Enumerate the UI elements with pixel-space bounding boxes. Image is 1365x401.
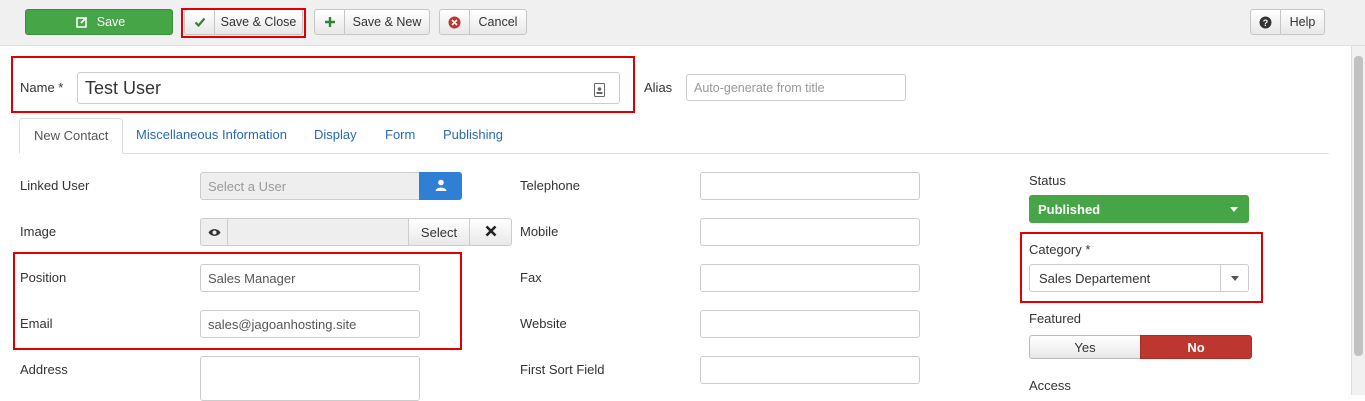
scrollbar-thumb[interactable] xyxy=(1354,56,1363,356)
cancel-circle-icon xyxy=(440,10,470,34)
toolbar: Save Save & Close Save & New Cancel ? He… xyxy=(0,0,1365,46)
category-dropdown-toggle[interactable] xyxy=(1220,265,1248,291)
status-value: Published xyxy=(1038,201,1101,217)
tab-new-contact[interactable]: New Contact xyxy=(19,118,124,154)
alias-input[interactable]: Auto-generate from title xyxy=(686,74,906,101)
featured-label: Featured xyxy=(1029,311,1082,326)
vertical-scrollbar[interactable] xyxy=(1351,46,1365,395)
help-label: Help xyxy=(1289,15,1316,29)
save-label: Save xyxy=(96,15,126,29)
linked-user-placeholder: Select a User xyxy=(208,178,287,194)
linked-user-input[interactable]: Select a User xyxy=(200,172,420,200)
contact-card-icon xyxy=(594,81,605,102)
save-close-button[interactable]: Save & Close xyxy=(184,9,303,35)
telephone-label: Telephone xyxy=(520,178,580,193)
tab-label: New Contact xyxy=(34,128,109,143)
mobile-input[interactable] xyxy=(700,218,920,246)
save-close-label: Save & Close xyxy=(220,15,297,29)
chevron-down-icon xyxy=(1230,275,1239,281)
help-button[interactable]: ? Help xyxy=(1250,9,1325,35)
tab-label: Form xyxy=(385,127,416,142)
address-textarea[interactable] xyxy=(200,356,420,401)
check-icon xyxy=(185,10,215,34)
first-sort-label: First Sort Field xyxy=(520,362,605,377)
email-input[interactable]: sales@jagoanhosting.site xyxy=(200,310,420,338)
plus-icon xyxy=(315,10,345,34)
first-sort-input[interactable] xyxy=(700,356,920,384)
save-new-label: Save & New xyxy=(352,15,422,29)
image-select-label: Select xyxy=(420,224,458,240)
email-value: sales@jagoanhosting.site xyxy=(208,316,357,332)
tab-miscellaneous[interactable]: Miscellaneous Information xyxy=(122,118,301,154)
fax-label: Fax xyxy=(520,270,542,285)
tab-label: Publishing xyxy=(443,127,503,142)
close-icon xyxy=(485,225,497,240)
featured-no-button[interactable]: No xyxy=(1140,335,1252,359)
position-input[interactable]: Sales Manager xyxy=(200,264,420,292)
name-value: Test User xyxy=(85,77,162,98)
user-icon xyxy=(435,179,447,194)
alias-label: Alias xyxy=(644,80,673,95)
linked-user-label: Linked User xyxy=(20,178,90,193)
website-label: Website xyxy=(520,316,567,331)
position-value: Sales Manager xyxy=(208,270,296,286)
preview-button[interactable] xyxy=(200,218,228,246)
tab-publishing[interactable]: Publishing xyxy=(429,118,517,154)
telephone-input[interactable] xyxy=(700,172,920,200)
tab-label: Miscellaneous Information xyxy=(136,127,288,142)
tab-form[interactable]: Form xyxy=(371,118,429,154)
cancel-button[interactable]: Cancel xyxy=(439,9,527,35)
status-select[interactable]: Published xyxy=(1029,195,1249,223)
tab-bar: New Contact Miscellaneous Information Di… xyxy=(19,118,1329,154)
save-button[interactable]: Save xyxy=(25,9,173,35)
image-clear-button[interactable] xyxy=(469,218,512,246)
eye-icon xyxy=(208,225,221,240)
category-value: Sales Departement xyxy=(1039,270,1151,286)
alias-placeholder: Auto-generate from title xyxy=(694,80,825,95)
category-select[interactable]: Sales Departement xyxy=(1029,264,1249,292)
tab-label: Display xyxy=(314,127,357,142)
image-label: Image xyxy=(20,224,57,239)
cancel-label: Cancel xyxy=(478,15,518,29)
question-circle-icon: ? xyxy=(1251,10,1281,34)
email-label: Email xyxy=(20,316,53,331)
select-user-button[interactable] xyxy=(419,172,462,200)
edit-icon xyxy=(73,10,91,34)
address-label: Address xyxy=(20,362,68,377)
access-label: Access xyxy=(1029,378,1071,393)
chevron-down-icon xyxy=(1230,206,1238,212)
fax-input[interactable] xyxy=(700,264,920,292)
featured-yes-label: Yes xyxy=(1074,339,1096,355)
name-label: Name * xyxy=(20,80,64,95)
save-new-button[interactable]: Save & New xyxy=(314,9,430,35)
tab-display[interactable]: Display xyxy=(300,118,371,154)
featured-yes-button[interactable]: Yes xyxy=(1029,335,1141,359)
status-label: Status xyxy=(1029,173,1066,188)
mobile-label: Mobile xyxy=(520,224,559,239)
featured-no-label: No xyxy=(1187,339,1205,355)
image-select-button[interactable]: Select xyxy=(408,218,470,246)
svg-text:?: ? xyxy=(1263,18,1269,28)
image-path-input[interactable] xyxy=(227,218,409,246)
website-input[interactable] xyxy=(700,310,920,338)
name-input[interactable]: Test User xyxy=(77,72,620,104)
position-label: Position xyxy=(20,270,67,285)
category-label: Category * xyxy=(1029,242,1091,257)
